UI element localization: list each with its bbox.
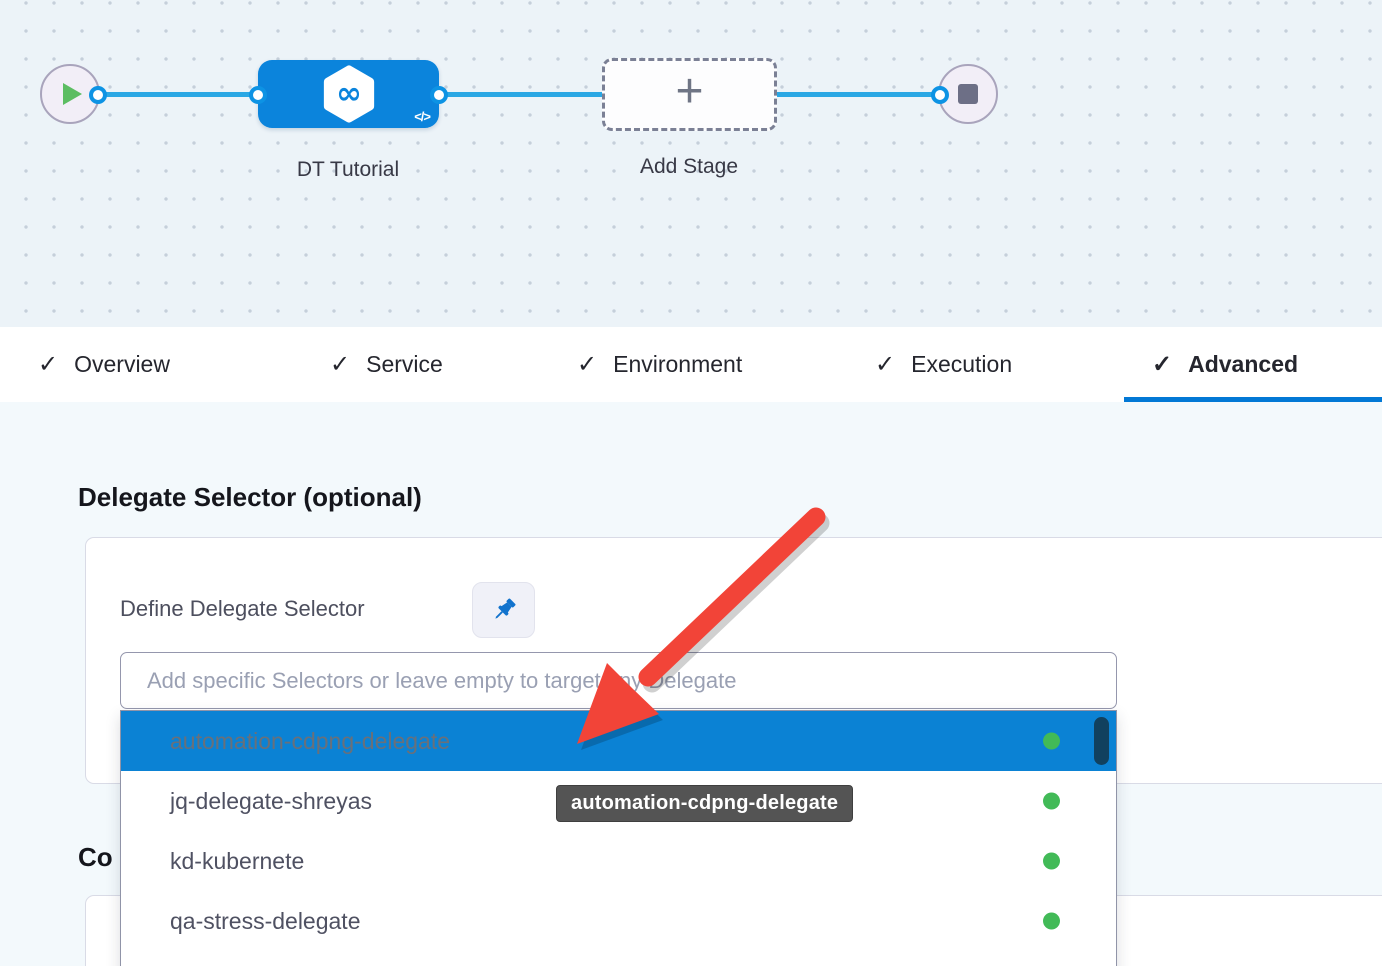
tab-advanced[interactable]: ✓ Advanced bbox=[1152, 327, 1298, 402]
delegate-status-dot bbox=[1043, 913, 1060, 930]
add-stage-label: Add Stage bbox=[598, 155, 780, 179]
plus-icon: + bbox=[675, 72, 703, 112]
check-icon: ✓ bbox=[577, 350, 597, 379]
tab-execution[interactable]: ✓ Execution bbox=[875, 327, 1012, 402]
add-stage-button[interactable]: + bbox=[602, 58, 777, 131]
connector-line bbox=[438, 92, 604, 97]
delegate-status-dot bbox=[1043, 793, 1060, 810]
pipeline-stage-advanced-page: ∞ </> + DT Tutorial Add Stage ✓ Overview… bbox=[0, 0, 1382, 966]
tab-label: Overview bbox=[74, 351, 170, 378]
partial-section-heading: Co bbox=[78, 842, 113, 873]
svg-text:∞: ∞ bbox=[336, 76, 362, 112]
play-icon bbox=[63, 83, 82, 105]
dropdown-scrollbar-thumb[interactable] bbox=[1094, 717, 1109, 765]
dropdown-item-kd-kubernete[interactable]: kd-kubernete bbox=[121, 831, 1116, 891]
dropdown-item-automation-cdpng-delegate[interactable]: automation-cdpng-delegate bbox=[121, 711, 1116, 771]
tab-label: Service bbox=[366, 351, 443, 378]
tab-overview[interactable]: ✓ Overview bbox=[38, 327, 170, 402]
connector-line bbox=[775, 92, 940, 97]
dropdown-item-label: jq-delegate-shreyas bbox=[170, 788, 372, 815]
active-tab-underline bbox=[1124, 397, 1382, 402]
pin-input-type-button[interactable] bbox=[472, 582, 535, 638]
delegate-dropdown: automation-cdpng-delegate jq-delegate-sh… bbox=[120, 710, 1117, 966]
stage-node-dt-tutorial[interactable]: ∞ </> bbox=[258, 60, 439, 128]
node-port[interactable] bbox=[430, 86, 448, 104]
delegate-status-dot bbox=[1043, 853, 1060, 870]
tab-service[interactable]: ✓ Service bbox=[330, 327, 443, 402]
harness-cd-hexagon-icon: ∞ bbox=[320, 64, 378, 124]
dropdown-item-label: kd-kubernete bbox=[170, 848, 304, 875]
stage-tabbar: ✓ Overview ✓ Service ✓ Environment ✓ Exe… bbox=[0, 327, 1382, 402]
tab-label: Execution bbox=[911, 351, 1012, 378]
stop-icon bbox=[958, 84, 978, 104]
delegate-tooltip: automation-cdpng-delegate bbox=[556, 785, 853, 822]
pipeline-canvas[interactable]: ∞ </> + DT Tutorial Add Stage bbox=[0, 0, 1382, 328]
node-port[interactable] bbox=[931, 86, 949, 104]
dropdown-item-label: qa-stress-delegate bbox=[170, 908, 361, 935]
delegate-status-dot bbox=[1043, 733, 1060, 750]
check-icon: ✓ bbox=[875, 350, 895, 379]
dropdown-item-qa-stress-delegate[interactable]: qa-stress-delegate bbox=[121, 891, 1116, 951]
node-port[interactable] bbox=[249, 86, 267, 104]
stage-node-label: DT Tutorial bbox=[257, 158, 439, 182]
node-port[interactable] bbox=[89, 86, 107, 104]
check-icon: ✓ bbox=[330, 350, 350, 379]
dropdown-item-label: automation-cdpng-delegate bbox=[170, 728, 450, 755]
tab-environment[interactable]: ✓ Environment bbox=[577, 327, 742, 402]
connector-line bbox=[98, 92, 260, 97]
pin-icon bbox=[490, 596, 518, 624]
delegate-selector-heading: Delegate Selector (optional) bbox=[78, 482, 422, 513]
code-view-icon[interactable]: </> bbox=[414, 109, 430, 124]
check-icon: ✓ bbox=[1152, 350, 1172, 379]
delegate-selector-input[interactable] bbox=[120, 652, 1117, 709]
tab-label: Environment bbox=[613, 351, 742, 378]
define-delegate-selector-label: Define Delegate Selector bbox=[120, 596, 365, 622]
check-icon: ✓ bbox=[38, 350, 58, 379]
tab-label: Advanced bbox=[1188, 351, 1298, 378]
